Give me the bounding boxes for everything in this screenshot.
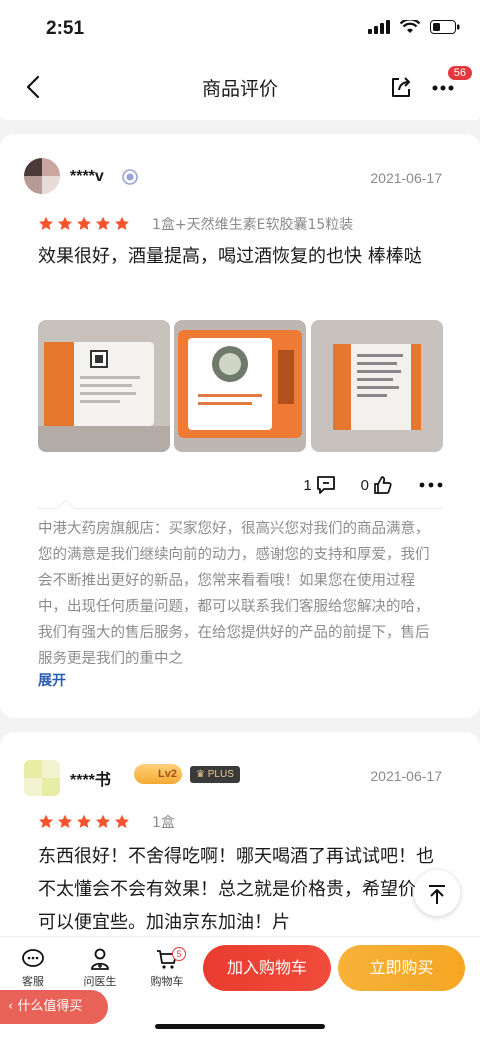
review-photo[interactable] bbox=[174, 320, 306, 452]
arrow-up-icon bbox=[429, 885, 445, 904]
review-card: ****书 Lv2 ♛ PLUS 2021-06-17 1盒 东西很好！不舍得吃… bbox=[0, 732, 480, 952]
home-indicator bbox=[155, 1024, 325, 1029]
star-icon bbox=[39, 216, 53, 230]
message-badge: 56 bbox=[447, 66, 472, 80]
more-options-button[interactable] bbox=[418, 474, 444, 496]
review-date: 2021-06-17 bbox=[370, 170, 442, 186]
worth-buying-button[interactable]: ‹ 什么值得买 bbox=[0, 990, 108, 1024]
scroll-top-button[interactable] bbox=[414, 870, 460, 916]
username: ****书 bbox=[70, 772, 111, 789]
comment-icon bbox=[316, 476, 335, 494]
review-date: 2021-06-17 bbox=[370, 768, 442, 784]
star-icon bbox=[96, 216, 110, 230]
plus-badge: ♛ PLUS bbox=[190, 766, 240, 783]
star-icon bbox=[96, 814, 110, 828]
review-photo[interactable] bbox=[38, 320, 170, 452]
member-badge-icon bbox=[122, 169, 138, 185]
share-icon[interactable] bbox=[388, 74, 414, 100]
chevron-left-icon: ‹ bbox=[8, 999, 18, 1014]
star-icon bbox=[115, 814, 129, 828]
star-icon bbox=[39, 814, 53, 828]
username: ****v bbox=[70, 168, 104, 185]
status-icons bbox=[368, 20, 460, 34]
customer-service-button[interactable]: 客服 bbox=[8, 943, 58, 989]
worth-buying-label: 什么值得买 bbox=[17, 999, 83, 1014]
review-actions: 1 0 bbox=[303, 474, 444, 496]
like-count: 0 bbox=[360, 476, 369, 494]
comment-button[interactable]: 1 bbox=[303, 474, 336, 496]
product-spec: 1盒 bbox=[152, 815, 175, 831]
customer-service-label: 客服 bbox=[22, 975, 44, 988]
star-rating bbox=[38, 814, 130, 830]
product-photo-3 bbox=[311, 320, 443, 452]
avatar-image bbox=[24, 158, 60, 194]
ellipsis-icon bbox=[419, 482, 443, 488]
star-icon bbox=[58, 814, 72, 828]
product-photo-2 bbox=[174, 320, 306, 452]
product-spec: 1盒+天然维生素E软胶囊15粒装 bbox=[152, 217, 354, 233]
star-icon bbox=[115, 216, 129, 230]
merchant-reply: 中港大药房旗舰店：买家您好，很高兴您对我们的商品满意，您的满意是我们继续向前的动… bbox=[38, 521, 430, 667]
like-button[interactable]: 0 bbox=[361, 474, 394, 496]
star-icon bbox=[77, 814, 91, 828]
avatar bbox=[24, 760, 60, 796]
chat-bubble-icon bbox=[22, 949, 44, 967]
reply-divider bbox=[38, 508, 442, 509]
star-icon bbox=[77, 216, 91, 230]
plus-label: PLUS bbox=[207, 769, 234, 780]
status-bar: 2:51 bbox=[0, 0, 480, 60]
avatar bbox=[24, 158, 60, 194]
level-badge: Lv2 bbox=[134, 764, 182, 784]
top-strip bbox=[0, 116, 480, 120]
star-icon bbox=[58, 216, 72, 230]
wifi-icon bbox=[400, 20, 420, 33]
reply-notch bbox=[57, 499, 75, 517]
star-rating bbox=[38, 216, 130, 232]
status-time: 2:51 bbox=[46, 18, 85, 39]
ask-doctor-button[interactable]: 问医生 bbox=[75, 943, 125, 989]
doctor-icon bbox=[91, 948, 109, 970]
signal-icon bbox=[368, 20, 390, 34]
comment-count: 1 bbox=[303, 476, 312, 494]
battery-icon bbox=[430, 20, 460, 34]
review-photo[interactable] bbox=[311, 320, 443, 452]
buy-now-button[interactable]: 立即购买 bbox=[338, 945, 465, 991]
avatar-image bbox=[24, 760, 60, 796]
cart-label: 购物车 bbox=[150, 975, 184, 988]
expand-link[interactable]: 展开 bbox=[38, 670, 66, 690]
review-text: 东西很好！不舍得吃啊！哪天喝酒了再试试吧！也不太懂会不会有效果！总之就是价格贵，… bbox=[38, 846, 434, 933]
cart-count-badge: 5 bbox=[172, 947, 186, 961]
review-card: ****v 2021-06-17 1盒+天然维生素E软胶囊15粒装 效果很好，酒… bbox=[0, 134, 480, 718]
product-photo-1 bbox=[38, 320, 170, 452]
cart-button[interactable]: 购物车 5 bbox=[142, 943, 192, 989]
thumbs-up-icon bbox=[374, 476, 392, 494]
add-to-cart-button[interactable]: 加入购物车 bbox=[203, 945, 331, 991]
crown-icon: ♛ bbox=[196, 769, 208, 780]
ask-doctor-label: 问医生 bbox=[83, 975, 117, 988]
review-text: 效果很好，酒量提高，喝过酒恢复的也快 棒棒哒 bbox=[38, 246, 422, 267]
nav-bar: 商品评价 56 bbox=[0, 60, 480, 116]
